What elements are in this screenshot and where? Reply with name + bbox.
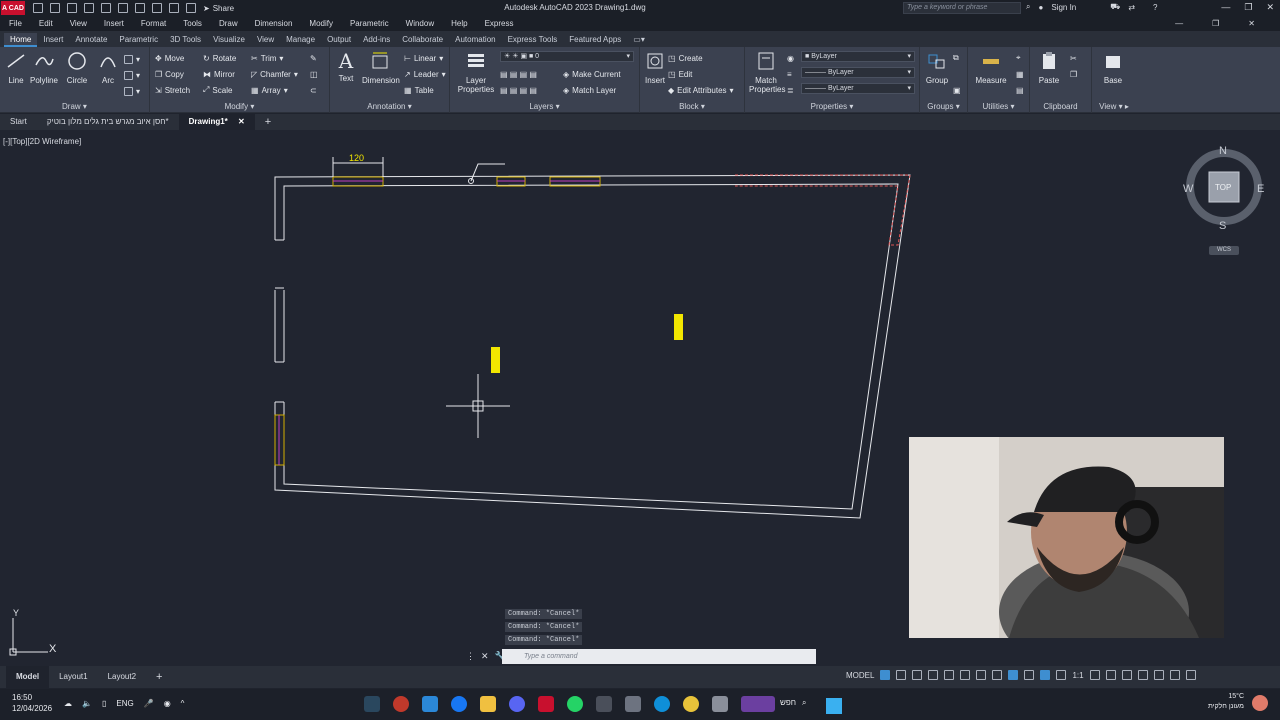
- language-indicator[interactable]: ENG: [116, 699, 133, 708]
- customization-icon[interactable]: [1185, 670, 1196, 680]
- isolate-objects-icon[interactable]: [1153, 670, 1164, 680]
- command-close-icon[interactable]: ✕: [481, 651, 489, 662]
- model-space-button[interactable]: MODEL: [846, 671, 874, 680]
- microphone-icon[interactable]: 🎤: [144, 699, 154, 708]
- app-steam-icon[interactable]: [364, 696, 380, 712]
- app-window-icon[interactable]: [712, 696, 728, 712]
- weather-widget[interactable]: 15°C מעונן חלקית: [1208, 692, 1244, 712]
- object-snap-icon[interactable]: [992, 670, 1003, 680]
- annotation-scale[interactable]: 1:1: [1072, 671, 1083, 680]
- wall-outline-outer: [274, 174, 911, 519]
- app-chrome-icon[interactable]: [683, 696, 699, 712]
- tab-layout1[interactable]: Layout1: [49, 666, 97, 688]
- yellow-marker-2: [674, 314, 683, 340]
- viewcube[interactable]: N S W E TOP WCS: [1183, 144, 1265, 255]
- lineweight-toggle-icon[interactable]: [1008, 670, 1019, 680]
- system-tray: ☁ 🔈 ▯ ENG 🎤 ◉ ^: [64, 699, 184, 708]
- webcam-overlay: [909, 437, 1224, 638]
- app-autocad-icon[interactable]: [538, 696, 554, 712]
- workspace-gear-icon[interactable]: [1089, 670, 1100, 680]
- tab-layout2[interactable]: Layout2: [98, 666, 146, 688]
- weather-icon[interactable]: [1252, 695, 1268, 711]
- clean-screen-icon[interactable]: [1169, 670, 1180, 680]
- compass-n: N: [1219, 145, 1227, 157]
- viewcube-top-face: TOP: [1215, 183, 1231, 192]
- viewcube-svg: N S W E TOP: [1183, 145, 1264, 232]
- app-game-icon[interactable]: [741, 696, 775, 712]
- polar-icon[interactable]: [944, 670, 955, 680]
- command-line: ⋮ ✕ 🔧 Type a command: [466, 649, 816, 664]
- add-layout-button[interactable]: +: [146, 666, 172, 688]
- app-calculator-icon[interactable]: [596, 696, 612, 712]
- status-bar: MODEL 1:1: [846, 670, 1196, 680]
- os-taskbar: 16:50 12/04/2026 ☁ 🔈 ▯ ENG 🎤 ◉ ^ חפש ⌕ 15…: [0, 689, 1280, 720]
- command-history-line: Command: *Cancel*: [505, 622, 583, 632]
- app-red-icon[interactable]: [393, 696, 409, 712]
- windows-start-icon[interactable]: [826, 698, 843, 714]
- dimension-text: 120: [349, 153, 364, 163]
- infer-constraints-icon[interactable]: [912, 670, 923, 680]
- selection-cycling-icon[interactable]: [1040, 670, 1051, 680]
- webcam-person-image: [909, 437, 1224, 638]
- ortho-icon[interactable]: [928, 670, 939, 680]
- ucs-x-label: X: [49, 643, 57, 655]
- yellow-marker-1: [491, 347, 500, 373]
- show-hidden-icons[interactable]: ^: [181, 699, 185, 708]
- search-icon: ⌕: [801, 698, 807, 707]
- clock[interactable]: 16:50 12/04/2026: [12, 692, 52, 714]
- taskbar-apps: [364, 696, 775, 712]
- quick-properties-icon[interactable]: [1137, 670, 1148, 680]
- compass-w: W: [1183, 183, 1194, 195]
- tray-app-icon[interactable]: ◉: [164, 699, 171, 708]
- compass-s: S: [1219, 220, 1226, 232]
- command-history-line: Command: *Cancel*: [505, 635, 583, 645]
- object-snap-tracking-icon[interactable]: [976, 670, 987, 680]
- app-explorer-icon[interactable]: [480, 696, 496, 712]
- command-handle-icon[interactable]: ⋮: [466, 651, 475, 662]
- command-history-line: Command: *Cancel*: [505, 609, 583, 619]
- command-input[interactable]: Type a command: [502, 649, 816, 664]
- network-icon[interactable]: ☁: [64, 699, 72, 708]
- tab-model[interactable]: Model: [6, 666, 50, 688]
- battery-icon[interactable]: ▯: [102, 699, 106, 708]
- taskbar-search[interactable]: חפש ⌕: [780, 698, 843, 714]
- ucs-y-label: Y: [13, 608, 19, 618]
- app-facebook-icon[interactable]: [451, 696, 467, 712]
- app-edge-icon[interactable]: [654, 696, 670, 712]
- compass-e: E: [1257, 183, 1264, 195]
- app-store-icon[interactable]: [422, 696, 438, 712]
- app-discord-icon[interactable]: [509, 696, 525, 712]
- annotation-monitor-icon[interactable]: [1105, 670, 1116, 680]
- app-whatsapp-icon[interactable]: [567, 696, 583, 712]
- app-photos-icon[interactable]: [625, 696, 641, 712]
- transparency-icon[interactable]: [1024, 670, 1035, 680]
- wall-outline-inner: [283, 183, 899, 510]
- volume-icon[interactable]: 🔈: [82, 699, 92, 708]
- selected-wall-segment: [735, 174, 911, 246]
- door-leader: [470, 163, 505, 182]
- wcs-menu[interactable]: WCS: [1209, 246, 1239, 255]
- annotation-visibility-icon[interactable]: [1056, 670, 1067, 680]
- snap-icon[interactable]: [896, 670, 907, 680]
- units-icon[interactable]: [1121, 670, 1132, 680]
- grid-icon[interactable]: [880, 670, 891, 680]
- isodraft-icon[interactable]: [960, 670, 971, 680]
